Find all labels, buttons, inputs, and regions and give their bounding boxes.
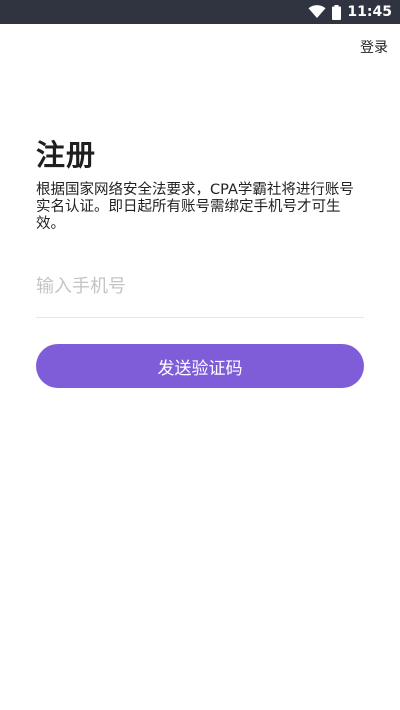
page-title: 注册	[36, 138, 97, 172]
battery-icon	[332, 4, 342, 20]
phone-input[interactable]	[36, 262, 364, 310]
verification-notice: 根据国家网络安全法要求，CPA学霸社将进行账号实名认证。即日起所有账号需绑定手机…	[36, 182, 354, 232]
login-link[interactable]: 登录	[360, 37, 388, 57]
status-time: 11:45	[347, 4, 392, 20]
send-code-button[interactable]: 发送验证码	[36, 344, 364, 388]
register-screen: 11:45 登录 注册 根据国家网络安全法要求，CPA学霸社将进行账号实名认证。…	[0, 0, 400, 710]
status-bar: 11:45	[0, 0, 400, 24]
phone-field-container	[36, 262, 364, 318]
wifi-icon	[308, 5, 326, 19]
